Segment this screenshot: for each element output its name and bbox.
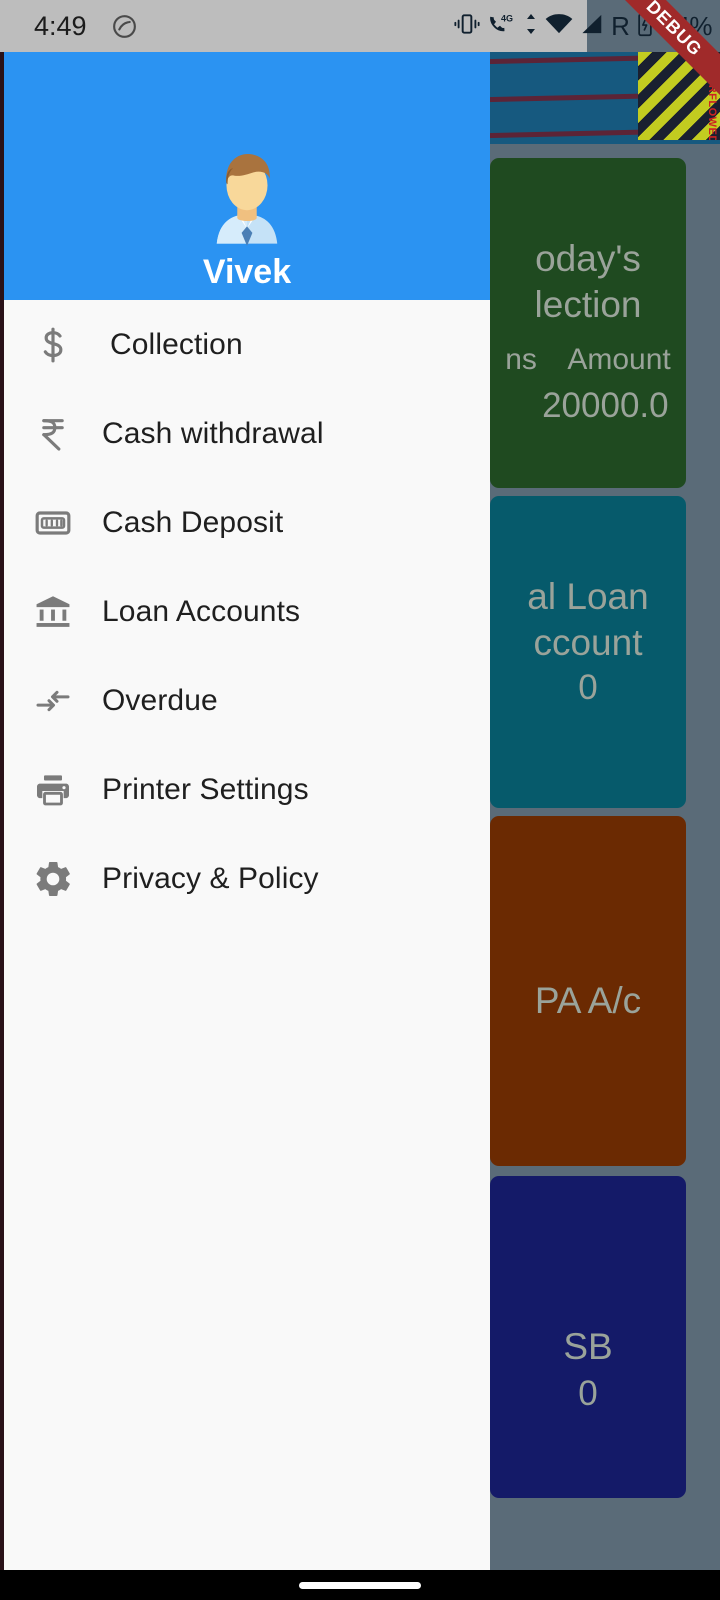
- bank-icon: [4, 591, 102, 633]
- data-transfer-icon: [524, 12, 538, 41]
- dollar-sign-icon: [4, 325, 102, 365]
- vibrate-icon: [454, 13, 480, 40]
- svg-text:4G: 4G: [501, 13, 513, 23]
- menu-item-label: Collection: [110, 327, 243, 361]
- card-title: oday's lection: [534, 238, 642, 325]
- businessman-avatar-icon: [193, 140, 301, 248]
- card-value: 0: [578, 1374, 598, 1413]
- menu-item-collection[interactable]: Collection: [4, 300, 490, 389]
- npa-account-card[interactable]: PA A/c: [490, 816, 686, 1166]
- card-amount-label: Amount: [567, 343, 671, 376]
- card-title: al Loan ccount: [527, 576, 649, 663]
- menu-item-loan-accounts[interactable]: Loan Accounts: [4, 567, 490, 656]
- drawer-menu: Collection Cash withdrawal Cash Deposit …: [4, 300, 490, 923]
- signal-icon: [580, 13, 604, 40]
- menu-item-overdue[interactable]: Overdue: [4, 656, 490, 745]
- phone-screen: s://portal.dhanvan OVERFLOWED BY 6 oday'…: [0, 0, 720, 1600]
- total-loan-account-card[interactable]: al Loan ccount 0: [490, 496, 686, 808]
- menu-item-cash-deposit[interactable]: Cash Deposit: [4, 478, 490, 567]
- wifi-icon: [545, 13, 573, 40]
- menu-item-label: Loan Accounts: [102, 594, 301, 628]
- card-amount-value: 20000.0: [542, 386, 669, 425]
- menu-item-printer-settings[interactable]: Printer Settings: [4, 745, 490, 834]
- sb-account-card[interactable]: SB 0: [490, 1176, 686, 1498]
- rupee-sign-icon: [4, 414, 102, 454]
- system-navigation-bar: [0, 1570, 720, 1600]
- card-value: 0: [578, 668, 598, 707]
- money-note-icon: [4, 503, 102, 543]
- card-title: SB: [563, 1326, 613, 1367]
- menu-item-label: Cash Deposit: [102, 505, 284, 539]
- card-title: PA A/c: [534, 980, 642, 1021]
- compare-arrows-icon: [4, 681, 102, 721]
- menu-item-label: Printer Settings: [102, 772, 309, 806]
- menu-item-label: Cash withdrawal: [102, 416, 324, 450]
- navigation-drawer: Vivek Collection Cash withdrawal Cash De…: [4, 52, 490, 1570]
- roaming-indicator: R: [611, 10, 630, 41]
- card-count-label: ns: [505, 343, 537, 376]
- drawer-left-edge: [0, 52, 4, 1570]
- drawer-header: Vivek: [4, 52, 490, 300]
- gear-icon: [4, 858, 102, 900]
- menu-item-label: Privacy & Policy: [102, 861, 319, 895]
- menu-item-label: Overdue: [102, 683, 218, 717]
- status-bar: 4:49 4G R: [0, 0, 720, 52]
- drawer-username: Vivek: [202, 253, 292, 291]
- call-4g-icon: 4G: [487, 12, 517, 41]
- do-not-disturb-icon: [111, 13, 138, 45]
- menu-item-cash-withdrawal[interactable]: Cash withdrawal: [4, 389, 490, 478]
- todays-collection-card[interactable]: oday's lection ns Amount 20000.0: [490, 158, 686, 488]
- printer-icon: [4, 770, 102, 810]
- status-bar-clock: 4:49: [34, 11, 87, 41]
- home-gesture-pill[interactable]: [299, 1581, 421, 1589]
- menu-item-privacy-policy[interactable]: Privacy & Policy: [4, 834, 490, 923]
